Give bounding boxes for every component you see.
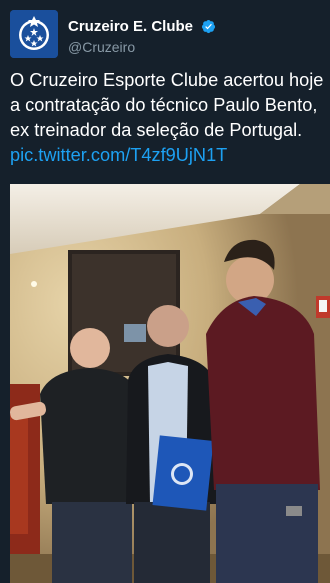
author-names: Cruzeiro E. Clube @Cruzeiro bbox=[68, 18, 216, 55]
tweet-card: Cruzeiro E. Clube @Cruzeiro O Cruzeiro E… bbox=[0, 0, 330, 583]
pic-link[interactable]: pic.twitter.com/T4zf9UjN1T bbox=[10, 145, 227, 165]
display-name[interactable]: Cruzeiro E. Clube bbox=[68, 18, 193, 35]
handle[interactable]: @Cruzeiro bbox=[68, 39, 216, 55]
tweet-body: O Cruzeiro Esporte Clube acertou hoje a … bbox=[10, 70, 324, 140]
cruzeiro-crest-icon bbox=[10, 10, 58, 58]
avatar[interactable] bbox=[10, 10, 58, 58]
tweet-photo[interactable] bbox=[10, 184, 330, 583]
verified-badge-icon bbox=[202, 20, 216, 34]
photo-image bbox=[10, 184, 330, 583]
tweet-text: O Cruzeiro Esporte Clube acertou hoje a … bbox=[10, 68, 325, 168]
tweet-header: Cruzeiro E. Clube @Cruzeiro bbox=[10, 10, 320, 62]
